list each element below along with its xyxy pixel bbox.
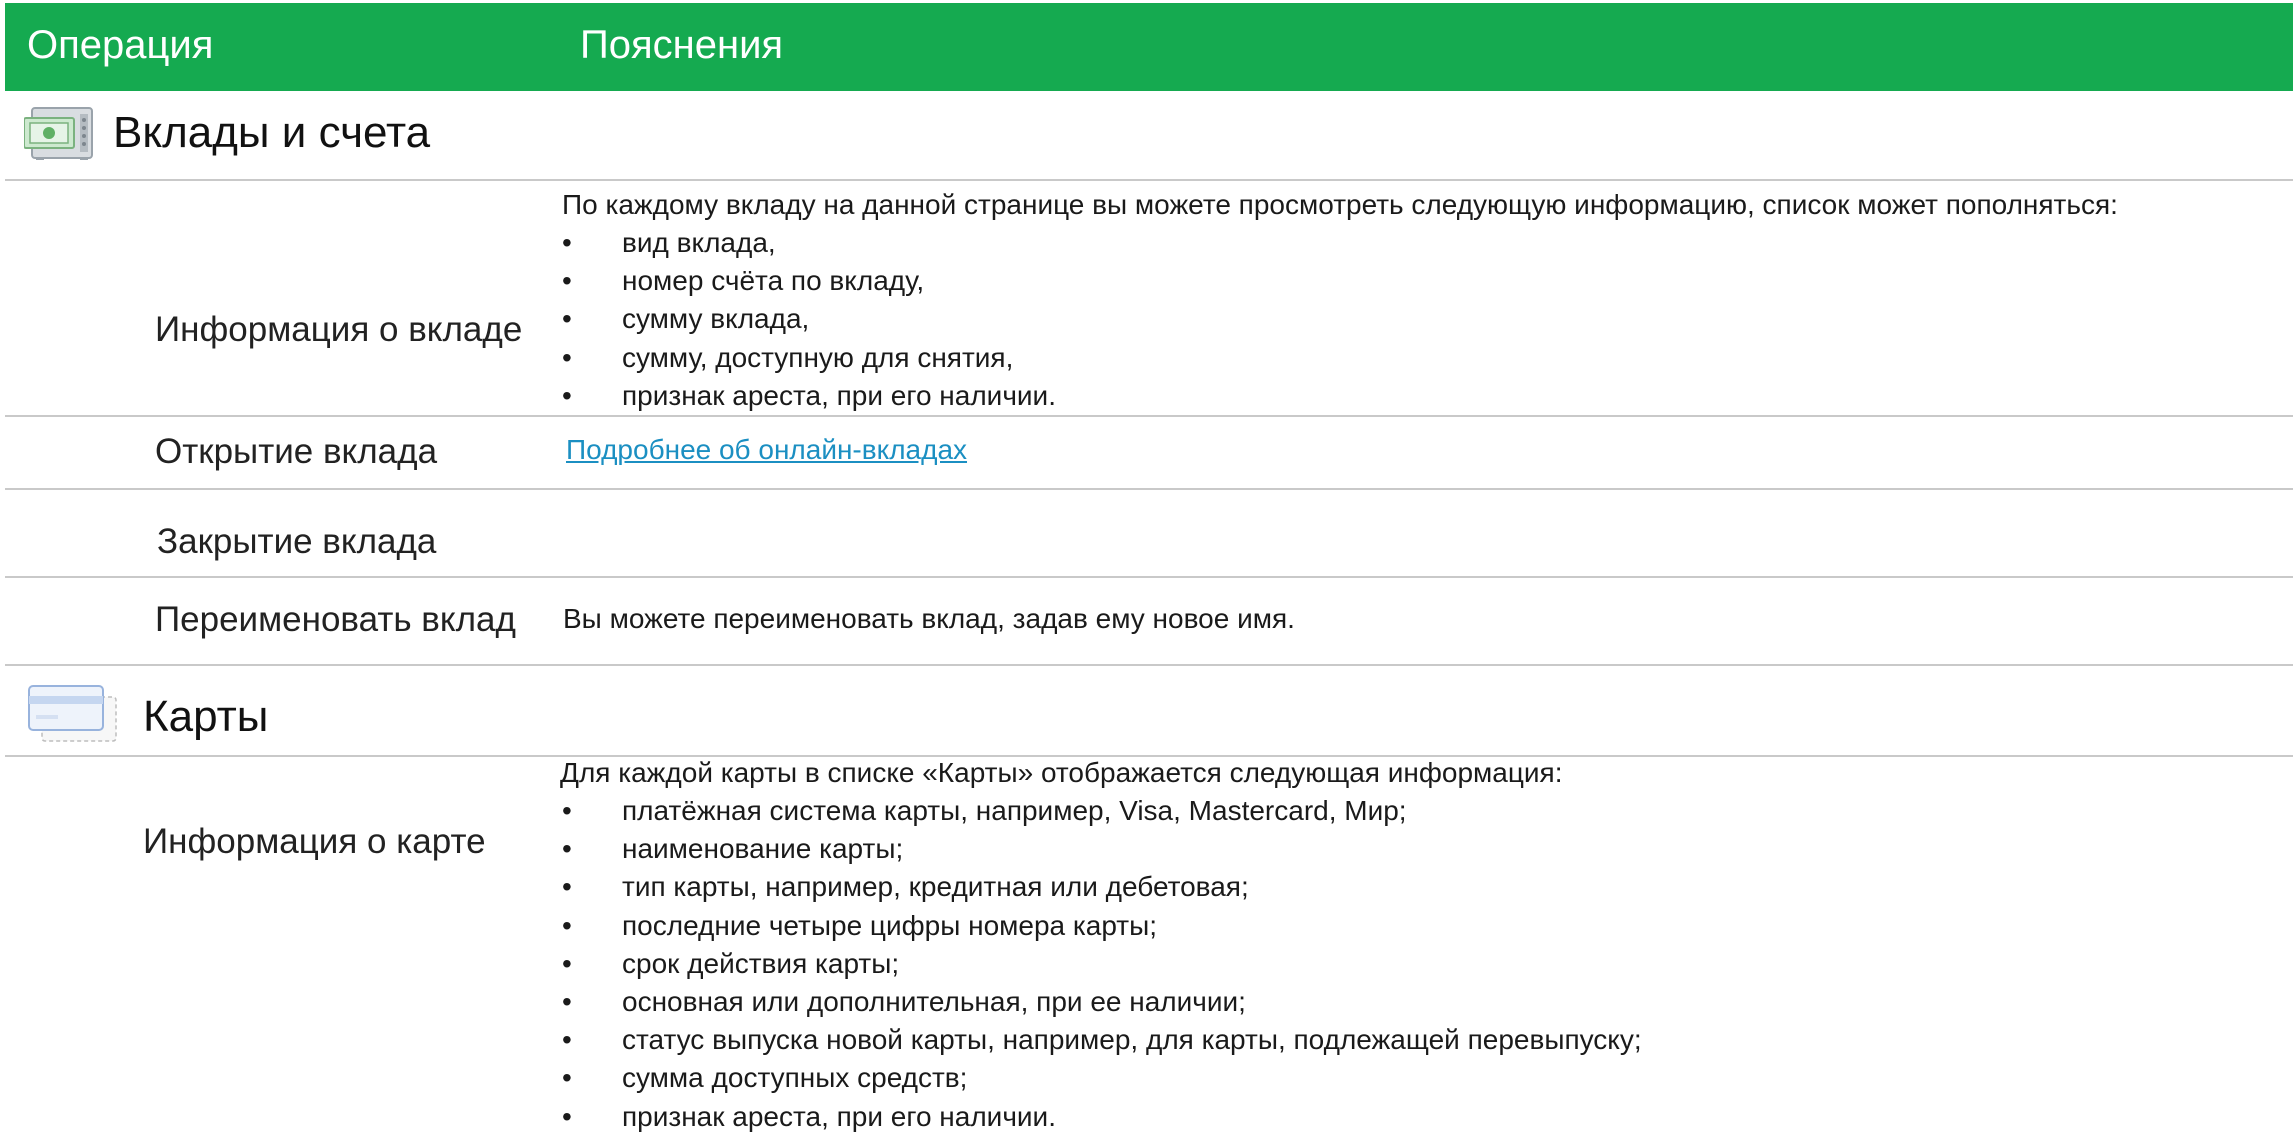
list-item: • основная или дополнительная, при ее нал… (562, 983, 1642, 1021)
table-header: Операция Пояснения (5, 3, 2293, 91)
list-item: • признак ареста, при его наличии. (562, 1098, 1642, 1136)
header-operation: Операция (27, 23, 214, 67)
online-deposits-link[interactable]: Подробнее об онлайн-вкладах (566, 434, 967, 466)
card-info-intro: Для каждой карты в списке «Карты» отобра… (560, 757, 1563, 788)
deposit-info-description: По каждому вкладу на данной странице вы … (562, 186, 2118, 415)
divider (5, 488, 2293, 490)
card-icon (28, 685, 118, 743)
operation-open-deposit: Открытие вклада (155, 432, 438, 471)
section-title-deposits: Вклады и счета (113, 108, 431, 157)
deposit-info-intro: По каждому вкладу на данной странице вы … (562, 189, 2118, 220)
bullet: • (562, 379, 572, 411)
divider (5, 664, 2293, 666)
bullet: • (562, 871, 572, 903)
list-item: • сумму вклада, (562, 300, 2118, 338)
operation-close-deposit: Закрытие вклада (157, 522, 437, 561)
divider (5, 415, 2293, 417)
list-item: • признак ареста, при его наличии. (562, 377, 2118, 415)
bullet: • (562, 795, 572, 826)
list-item: • наименование карты; (562, 830, 1642, 868)
list-item: • срок действия карты; (562, 945, 1642, 983)
operation-rename-deposit: Переименовать вклад (155, 600, 516, 639)
bullet: • (562, 1024, 572, 1056)
operation-deposit-info: Информация о вкладе (155, 310, 523, 349)
card-info-list: • платёжная система карты, например, Visa… (562, 792, 1642, 1136)
bullet: • (562, 303, 572, 335)
divider (5, 576, 2293, 578)
list-item: • последние четыре цифры номера карты; (562, 907, 1642, 945)
section-title-cards: Карты (143, 692, 269, 741)
rename-deposit-description: Вы можете переименовать вклад, задав ему… (563, 603, 1295, 634)
list-item: • тип карты, например, кредитная или дебе… (562, 868, 1642, 906)
list-item: • номер счёта по вкладу, (562, 262, 2118, 300)
list-item: • статус выпуска новой карты, например, д… (562, 1021, 1642, 1059)
card-info-description: Для каждой карты в списке «Карты» отобра… (560, 754, 1642, 1136)
bullet: • (562, 947, 572, 979)
safe-icon (23, 106, 98, 160)
bullet: • (562, 985, 572, 1017)
bullet: • (562, 833, 572, 865)
header-notes: Пояснения (580, 23, 784, 67)
bullet: • (562, 227, 572, 258)
bullet: • (562, 1062, 572, 1094)
bullet: • (562, 1100, 572, 1132)
deposit-info-list: • вид вклада, • номер счёта по вкладу, • су… (562, 224, 2118, 415)
list-item: • платёжная система карты, например, Visa… (562, 792, 1642, 830)
list-item: • сумма доступных средств; (562, 1059, 1642, 1097)
divider (5, 179, 2293, 181)
bullet: • (562, 265, 572, 297)
list-item: • вид вклада, (562, 224, 2118, 262)
list-item: • сумму, доступную для снятия, (562, 339, 2118, 377)
operation-card-info: Информация о карте (143, 822, 486, 861)
bullet: • (562, 341, 572, 373)
bullet: • (562, 909, 572, 941)
